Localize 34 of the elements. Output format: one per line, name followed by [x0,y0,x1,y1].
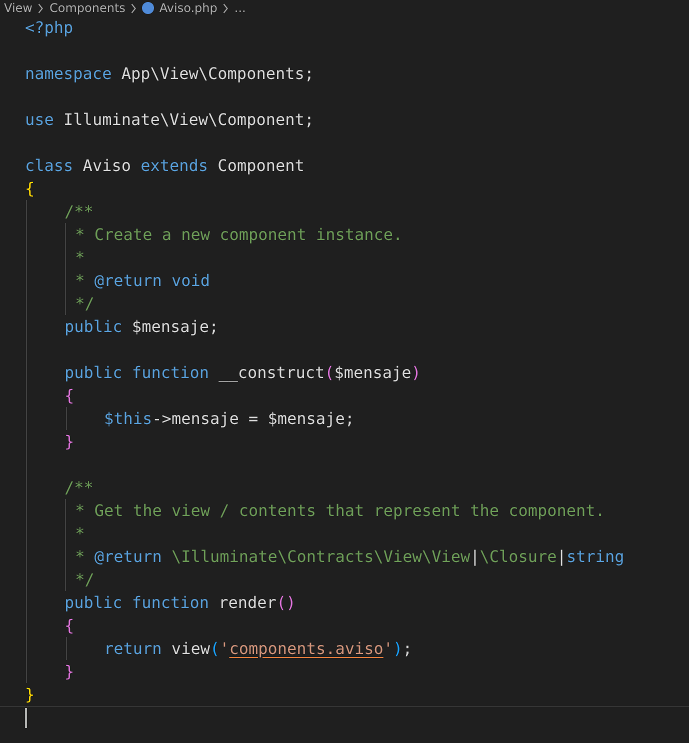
code-line: use Illuminate\View\Component; [25,110,314,130]
chevron-icon [130,2,138,14]
code-line: /** [64,202,94,222]
code-line: public function render() [64,592,296,612]
code-line: return view('components.aviso'); [104,638,412,658]
breadcrumb-item[interactable]: View [4,0,32,16]
file-type-icon [142,2,154,14]
code-line: $this->mensaje = $mensaje; [104,408,354,428]
code-line: } [64,432,74,452]
code-line: public function __construct($mensaje) [64,362,421,382]
breadcrumb-item[interactable]: ... [234,0,246,16]
doc-comment-line: */ [74,294,94,314]
code-line: { [25,178,35,198]
doc-comment-line: * @return \Illuminate\Contracts\View\View|\Closure|string [74,546,624,566]
text-cursor [25,708,27,728]
chevron-icon [37,2,44,14]
breadcrumb-item[interactable]: Components [49,0,126,16]
code-line: public $mensaje; [64,316,219,336]
doc-comment-line: * [74,248,85,268]
doc-comment-line: */ [74,570,94,590]
doc-comment-line: * Get the view / contents that represent the component. [74,500,605,520]
doc-comment-line: * [74,524,85,544]
doc-comment-line: * @return void [74,270,210,290]
code-line: { [64,386,74,406]
chevron-icon [222,2,230,14]
breadcrumb-item[interactable]: Aviso.php [159,0,218,16]
code-line: <?php [25,18,74,38]
code-line: } [64,662,74,682]
code-line: class Aviso extends Component [25,156,304,176]
code-line: } [25,684,35,704]
doc-comment-line: * Create a new component instance. [74,224,403,244]
code-line: { [64,616,74,636]
code-line: /** [64,478,94,498]
code-line: namespace App\View\Components; [25,64,314,84]
